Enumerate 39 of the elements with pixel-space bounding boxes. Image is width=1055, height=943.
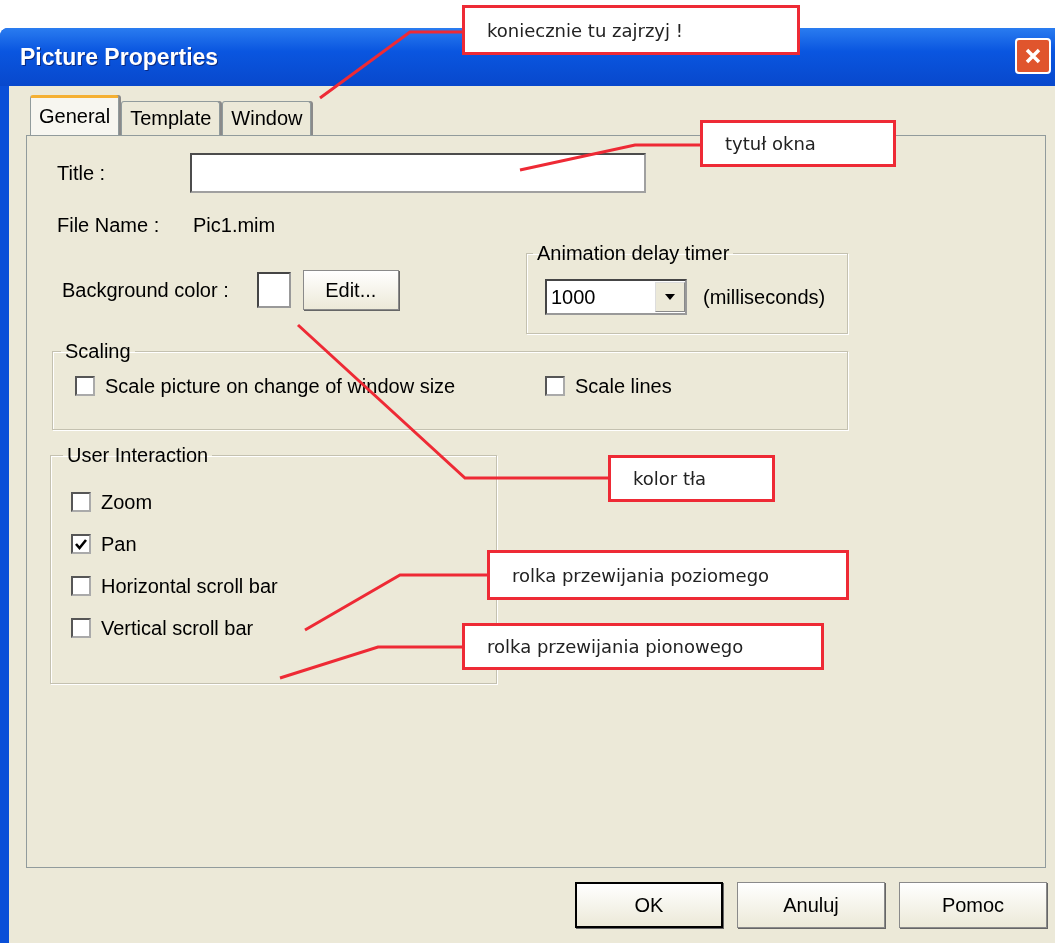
callout: koniecznie tu zajrzyj ! bbox=[462, 5, 800, 55]
checkbox-label: Zoom bbox=[101, 490, 153, 514]
callout: rolka przewijania poziomego bbox=[487, 550, 849, 600]
checkbox[interactable] bbox=[71, 534, 91, 554]
checkbox-label: Horizontal scroll bar bbox=[101, 574, 278, 598]
checkbox[interactable] bbox=[75, 376, 95, 396]
dialog-button[interactable]: Pomoc bbox=[899, 882, 1047, 928]
field-label: Background color : bbox=[62, 278, 229, 302]
group-title: Animation delay timer bbox=[536, 242, 731, 265]
checkbox-label: Vertical scroll bar bbox=[101, 616, 254, 640]
dialog-button[interactable]: OK bbox=[575, 882, 723, 928]
group-title: Scaling bbox=[64, 340, 132, 363]
checkbox[interactable] bbox=[71, 492, 91, 512]
checkbox-label: Pan bbox=[101, 532, 137, 556]
color-swatch[interactable] bbox=[256, 272, 291, 308]
callout: kolor tła bbox=[608, 455, 775, 502]
checkmark-icon bbox=[74, 537, 88, 551]
tab[interactable]: Window bbox=[222, 101, 312, 135]
close-button[interactable] bbox=[1015, 38, 1051, 74]
checkbox[interactable] bbox=[545, 376, 565, 396]
field-label: Title : bbox=[57, 161, 107, 185]
dropdown-arrow-icon bbox=[664, 293, 676, 301]
close-icon bbox=[1023, 46, 1043, 66]
edit-button[interactable]: Edit... bbox=[302, 270, 399, 310]
tab[interactable]: General bbox=[30, 95, 120, 135]
callout: rolka przewijania pionowego bbox=[462, 623, 824, 670]
title-input-field[interactable] bbox=[190, 153, 646, 193]
dialog-button[interactable]: Anuluj bbox=[737, 882, 885, 928]
callout: tytuł okna bbox=[700, 120, 896, 167]
window-title: Picture Properties bbox=[20, 43, 219, 71]
checkbox[interactable] bbox=[71, 576, 91, 596]
checkbox[interactable] bbox=[71, 618, 91, 638]
tab[interactable]: Template bbox=[121, 101, 221, 135]
delay-dropdown[interactable]: 1000 bbox=[545, 279, 687, 315]
file-name-value: Pic1.mim bbox=[193, 213, 276, 237]
checkbox-label: Scale lines bbox=[575, 374, 672, 398]
unit-label: (milliseconds) bbox=[703, 285, 826, 309]
group-title: User Interaction bbox=[66, 444, 210, 467]
field-label: File Name : bbox=[57, 213, 161, 237]
